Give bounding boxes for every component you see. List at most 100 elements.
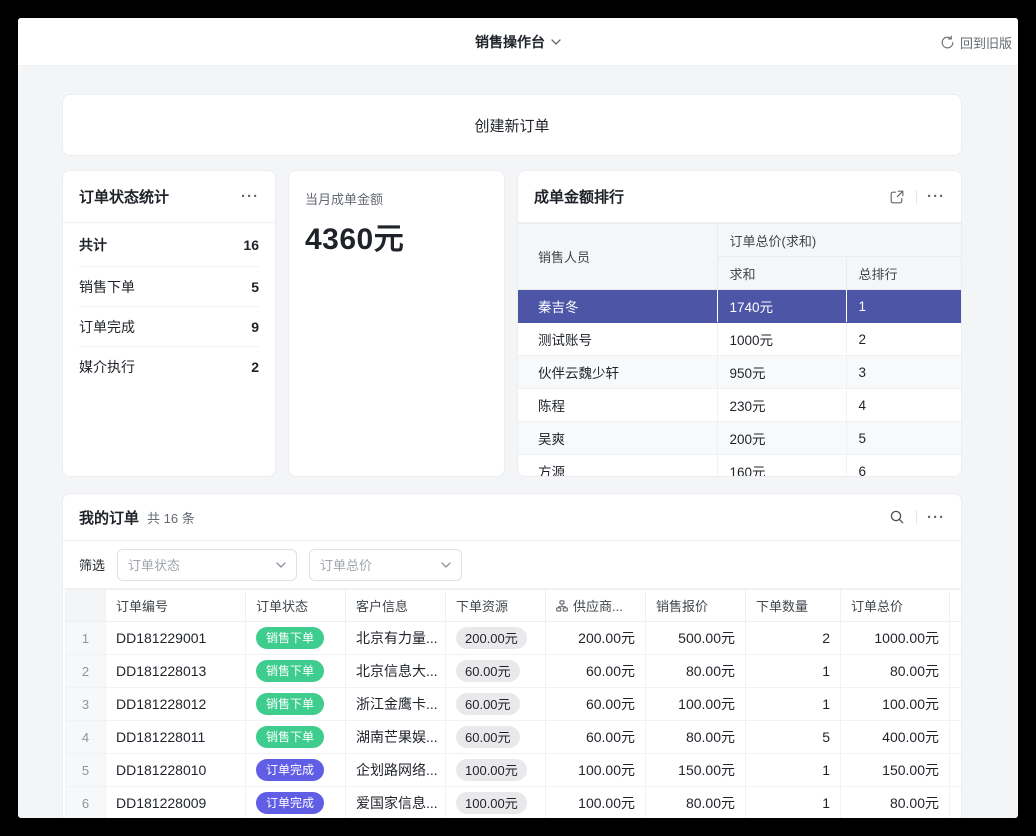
status-pill: 销售下单	[256, 693, 324, 715]
monthly-amount-value: 4360元	[305, 214, 488, 258]
qty-header[interactable]: 下单数量	[746, 590, 841, 622]
filter-order-total-select[interactable]: 订单总价	[309, 549, 462, 581]
status-stat-value: 5	[251, 279, 259, 295]
top-bar: 销售操作台 回到旧版	[18, 18, 1018, 66]
quote-cell: 150.00元	[646, 754, 746, 787]
total-cell: 400.00元	[841, 721, 950, 754]
order-row[interactable]: 4DD181228011销售下单湖南芒果娱...60.00元60.00元80.0…	[66, 721, 962, 754]
restore-version-icon	[940, 35, 955, 50]
resource-pill: 60.00元	[456, 693, 520, 715]
ranking-table: 销售人员 订单总价(求和) 求和 总排行 秦吉冬1740元1测试账号1000元2…	[518, 223, 961, 477]
resource-header[interactable]: 下单资源	[446, 590, 546, 622]
filter-label: 筛选	[79, 555, 105, 574]
resource-cell: 60.00元	[446, 655, 546, 688]
ranking-row[interactable]: 秦吉冬1740元1	[518, 290, 961, 323]
customer-cell: 爱国家信息...	[346, 787, 446, 819]
supplier-header-label: 供应商...	[573, 596, 623, 615]
order-status-stats-card: 订单状态统计 ··· 共计16销售下单5订单完成9媒介执行2	[62, 170, 276, 477]
quote-header[interactable]: 销售报价	[646, 590, 746, 622]
status-stat-list: 共计16销售下单5订单完成9媒介执行2	[63, 223, 275, 387]
order-row[interactable]: 1DD181229001销售下单北京有力量...200.00元200.00元50…	[66, 622, 962, 655]
ranking-group-header[interactable]: 订单总价(求和)	[717, 224, 961, 257]
order-status-header[interactable]: 订单状态	[246, 590, 346, 622]
status-stat-label: 销售下单	[79, 277, 135, 297]
filter-order-total-placeholder: 订单总价	[320, 555, 372, 574]
resource-pill: 60.00元	[456, 726, 520, 748]
ranking-row[interactable]: 方源160元6	[518, 455, 961, 478]
spacer-cell	[950, 721, 962, 754]
ranking-rank-cell: 1	[846, 290, 961, 323]
ranking-person-header[interactable]: 销售人员	[518, 224, 717, 290]
ranking-row[interactable]: 吴爽200元5	[518, 422, 961, 455]
ranking-person-cell: 方源	[518, 455, 717, 478]
status-stat-value: 9	[251, 319, 259, 335]
create-order-button[interactable]: 创建新订单	[62, 94, 962, 156]
quote-cell: 500.00元	[646, 622, 746, 655]
customer-header[interactable]: 客户信息	[346, 590, 446, 622]
order-row[interactable]: 5DD181228010订单完成企划路网络...100.00元100.00元15…	[66, 754, 962, 787]
qty-cell: 5	[746, 721, 841, 754]
ranking-sum-cell: 160元	[717, 455, 846, 478]
status-stat-row: 销售下单 5	[79, 267, 259, 307]
total-cell: 1000.00元	[841, 622, 950, 655]
customer-cell: 企划路网络...	[346, 754, 446, 787]
back-to-old-version-button[interactable]: 回到旧版	[940, 18, 1012, 66]
customer-cell: 浙江金鹰卡...	[346, 688, 446, 721]
supplier-header[interactable]: 供应商...	[546, 590, 646, 622]
qty-cell: 1	[746, 787, 841, 819]
ranking-person-cell: 吴爽	[518, 422, 717, 455]
ranking-sum-cell: 1740元	[717, 290, 846, 323]
order-no-header[interactable]: 订单编号	[106, 590, 246, 622]
ranking-rank-header[interactable]: 总排行	[846, 257, 961, 290]
order-status-cell: 订单完成	[246, 787, 346, 819]
row-index-cell: 3	[66, 688, 106, 721]
ranking-rank-cell: 5	[846, 422, 961, 455]
total-cell: 100.00元	[841, 688, 950, 721]
ranking-person-cell: 伙伴云魏少轩	[518, 356, 717, 389]
filter-bar: 筛选 订单状态 订单总价	[63, 541, 961, 589]
more-icon[interactable]: ···	[241, 187, 259, 207]
ranking-row[interactable]: 测试账号1000元2	[518, 323, 961, 356]
resource-cell: 60.00元	[446, 688, 546, 721]
filter-order-status-select[interactable]: 订单状态	[117, 549, 297, 581]
ranking-person-cell: 测试账号	[518, 323, 717, 356]
ranking-rank-cell: 3	[846, 356, 961, 389]
row-index-cell: 4	[66, 721, 106, 754]
status-card-header: 订单状态统计 ···	[63, 171, 275, 223]
workspace-switcher[interactable]: 销售操作台	[475, 32, 561, 52]
supplier-cell: 60.00元	[546, 721, 646, 754]
status-stat-row: 共计16	[79, 223, 259, 267]
open-external-icon[interactable]	[888, 187, 906, 207]
spacer-cell	[950, 688, 962, 721]
total-header[interactable]: 订单总价	[841, 590, 950, 622]
order-row[interactable]: 6DD181228009订单完成爱国家信息...100.00元100.00元80…	[66, 787, 962, 819]
ranking-sum-cell: 200元	[717, 422, 846, 455]
ranking-card-title: 成单金额排行	[534, 186, 624, 207]
orders-card-header: 我的订单 共 16 条 ···	[63, 494, 961, 541]
order-row[interactable]: 2DD181228013销售下单北京信息大...60.00元60.00元80.0…	[66, 655, 962, 688]
order-no-cell: DD181228009	[106, 787, 246, 819]
resource-pill: 60.00元	[456, 660, 520, 682]
filter-order-status-placeholder: 订单状态	[128, 555, 180, 574]
customer-cell: 北京有力量...	[346, 622, 446, 655]
my-orders-card: 我的订单 共 16 条 ··· 筛选 订单状态 订单总价	[62, 493, 962, 818]
customer-cell: 湖南芒果娱...	[346, 721, 446, 754]
ranking-row[interactable]: 伙伴云魏少轩950元3	[518, 356, 961, 389]
status-pill: 销售下单	[256, 726, 324, 748]
more-icon[interactable]: ···	[927, 187, 945, 207]
order-status-cell: 销售下单	[246, 622, 346, 655]
resource-cell: 200.00元	[446, 622, 546, 655]
order-row[interactable]: 3DD181228012销售下单浙江金鹰卡...60.00元60.00元100.…	[66, 688, 962, 721]
resource-pill: 100.00元	[456, 759, 527, 781]
total-cell: 150.00元	[841, 754, 950, 787]
status-stat-label: 媒介执行	[79, 357, 135, 377]
monthly-amount-label: 当月成单金额	[305, 189, 488, 208]
ranking-row[interactable]: 陈程230元4	[518, 389, 961, 422]
search-icon[interactable]	[888, 507, 906, 527]
status-stat-value: 16	[243, 237, 259, 253]
supplier-cell: 100.00元	[546, 754, 646, 787]
more-icon[interactable]: ···	[927, 507, 945, 527]
ranking-sum-header[interactable]: 求和	[717, 257, 846, 290]
status-stat-row: 媒介执行2	[79, 347, 259, 387]
spacer-header	[950, 590, 962, 622]
